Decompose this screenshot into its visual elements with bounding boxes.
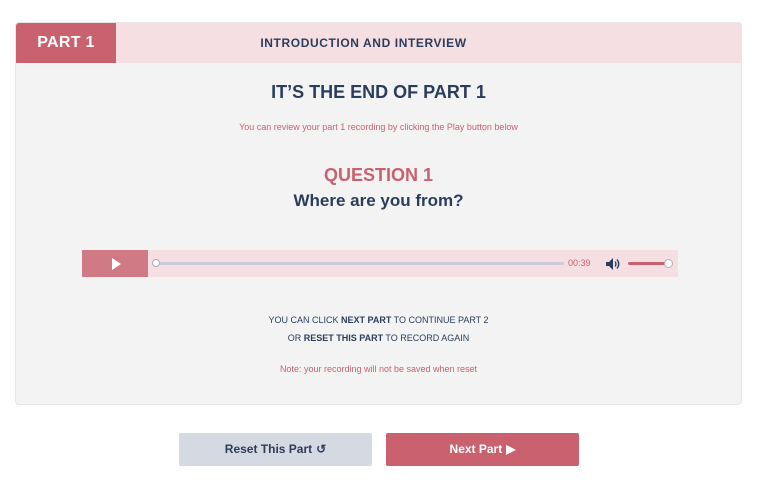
volume-slider[interactable]	[628, 259, 673, 268]
reset-note: Note: your recording will not be saved w…	[279, 364, 478, 374]
review-instruction: You can review your part 1 recording by …	[239, 122, 518, 132]
section-title: INTRODUCTION AND INTERVIEW	[260, 36, 467, 50]
instruction-text: TO RECORD AGAIN	[383, 333, 470, 343]
reset-part-button[interactable]: Reset This Part ↺	[179, 433, 372, 466]
audio-player: 00:39	[82, 250, 678, 277]
question-label: QUESTION 1	[323, 165, 434, 185]
volume-handle[interactable]	[664, 259, 673, 268]
part-card: PART 1 INTRODUCTION AND INTERVIEW IT’S T…	[15, 22, 742, 405]
next-label: Next Part	[449, 442, 503, 456]
next-part-button[interactable]: Next Part ▶	[386, 433, 579, 466]
play-button[interactable]	[82, 250, 148, 277]
instruction-emphasis: RESET THIS PART	[303, 333, 384, 343]
question-text: Where are you from?	[293, 191, 464, 210]
instruction-text: OR	[287, 333, 304, 343]
instruction-text: TO CONTINUE PART 2	[391, 315, 489, 325]
instruction-line-2: OR RESET THIS PART TO RECORD AGAIN	[16, 333, 741, 343]
seek-handle[interactable]	[152, 259, 160, 267]
reset-label: Reset This Part	[224, 442, 313, 456]
volume-icon[interactable]	[605, 257, 621, 271]
part-badge: PART 1	[16, 23, 116, 63]
part-header: PART 1 INTRODUCTION AND INTERVIEW	[16, 23, 741, 63]
reset-icon: ↺	[316, 442, 327, 456]
play-icon	[112, 257, 121, 270]
instruction-emphasis: NEXT PART	[340, 315, 392, 325]
seek-bar[interactable]	[152, 259, 564, 267]
end-title: IT’S THE END OF PART 1	[271, 82, 486, 102]
instruction-text: YOU CAN CLICK	[268, 315, 341, 325]
time-display: 00:39	[568, 258, 591, 268]
instruction-line-1: YOU CAN CLICK NEXT PART TO CONTINUE PART…	[16, 315, 741, 325]
next-arrow-icon: ▶	[506, 442, 516, 456]
